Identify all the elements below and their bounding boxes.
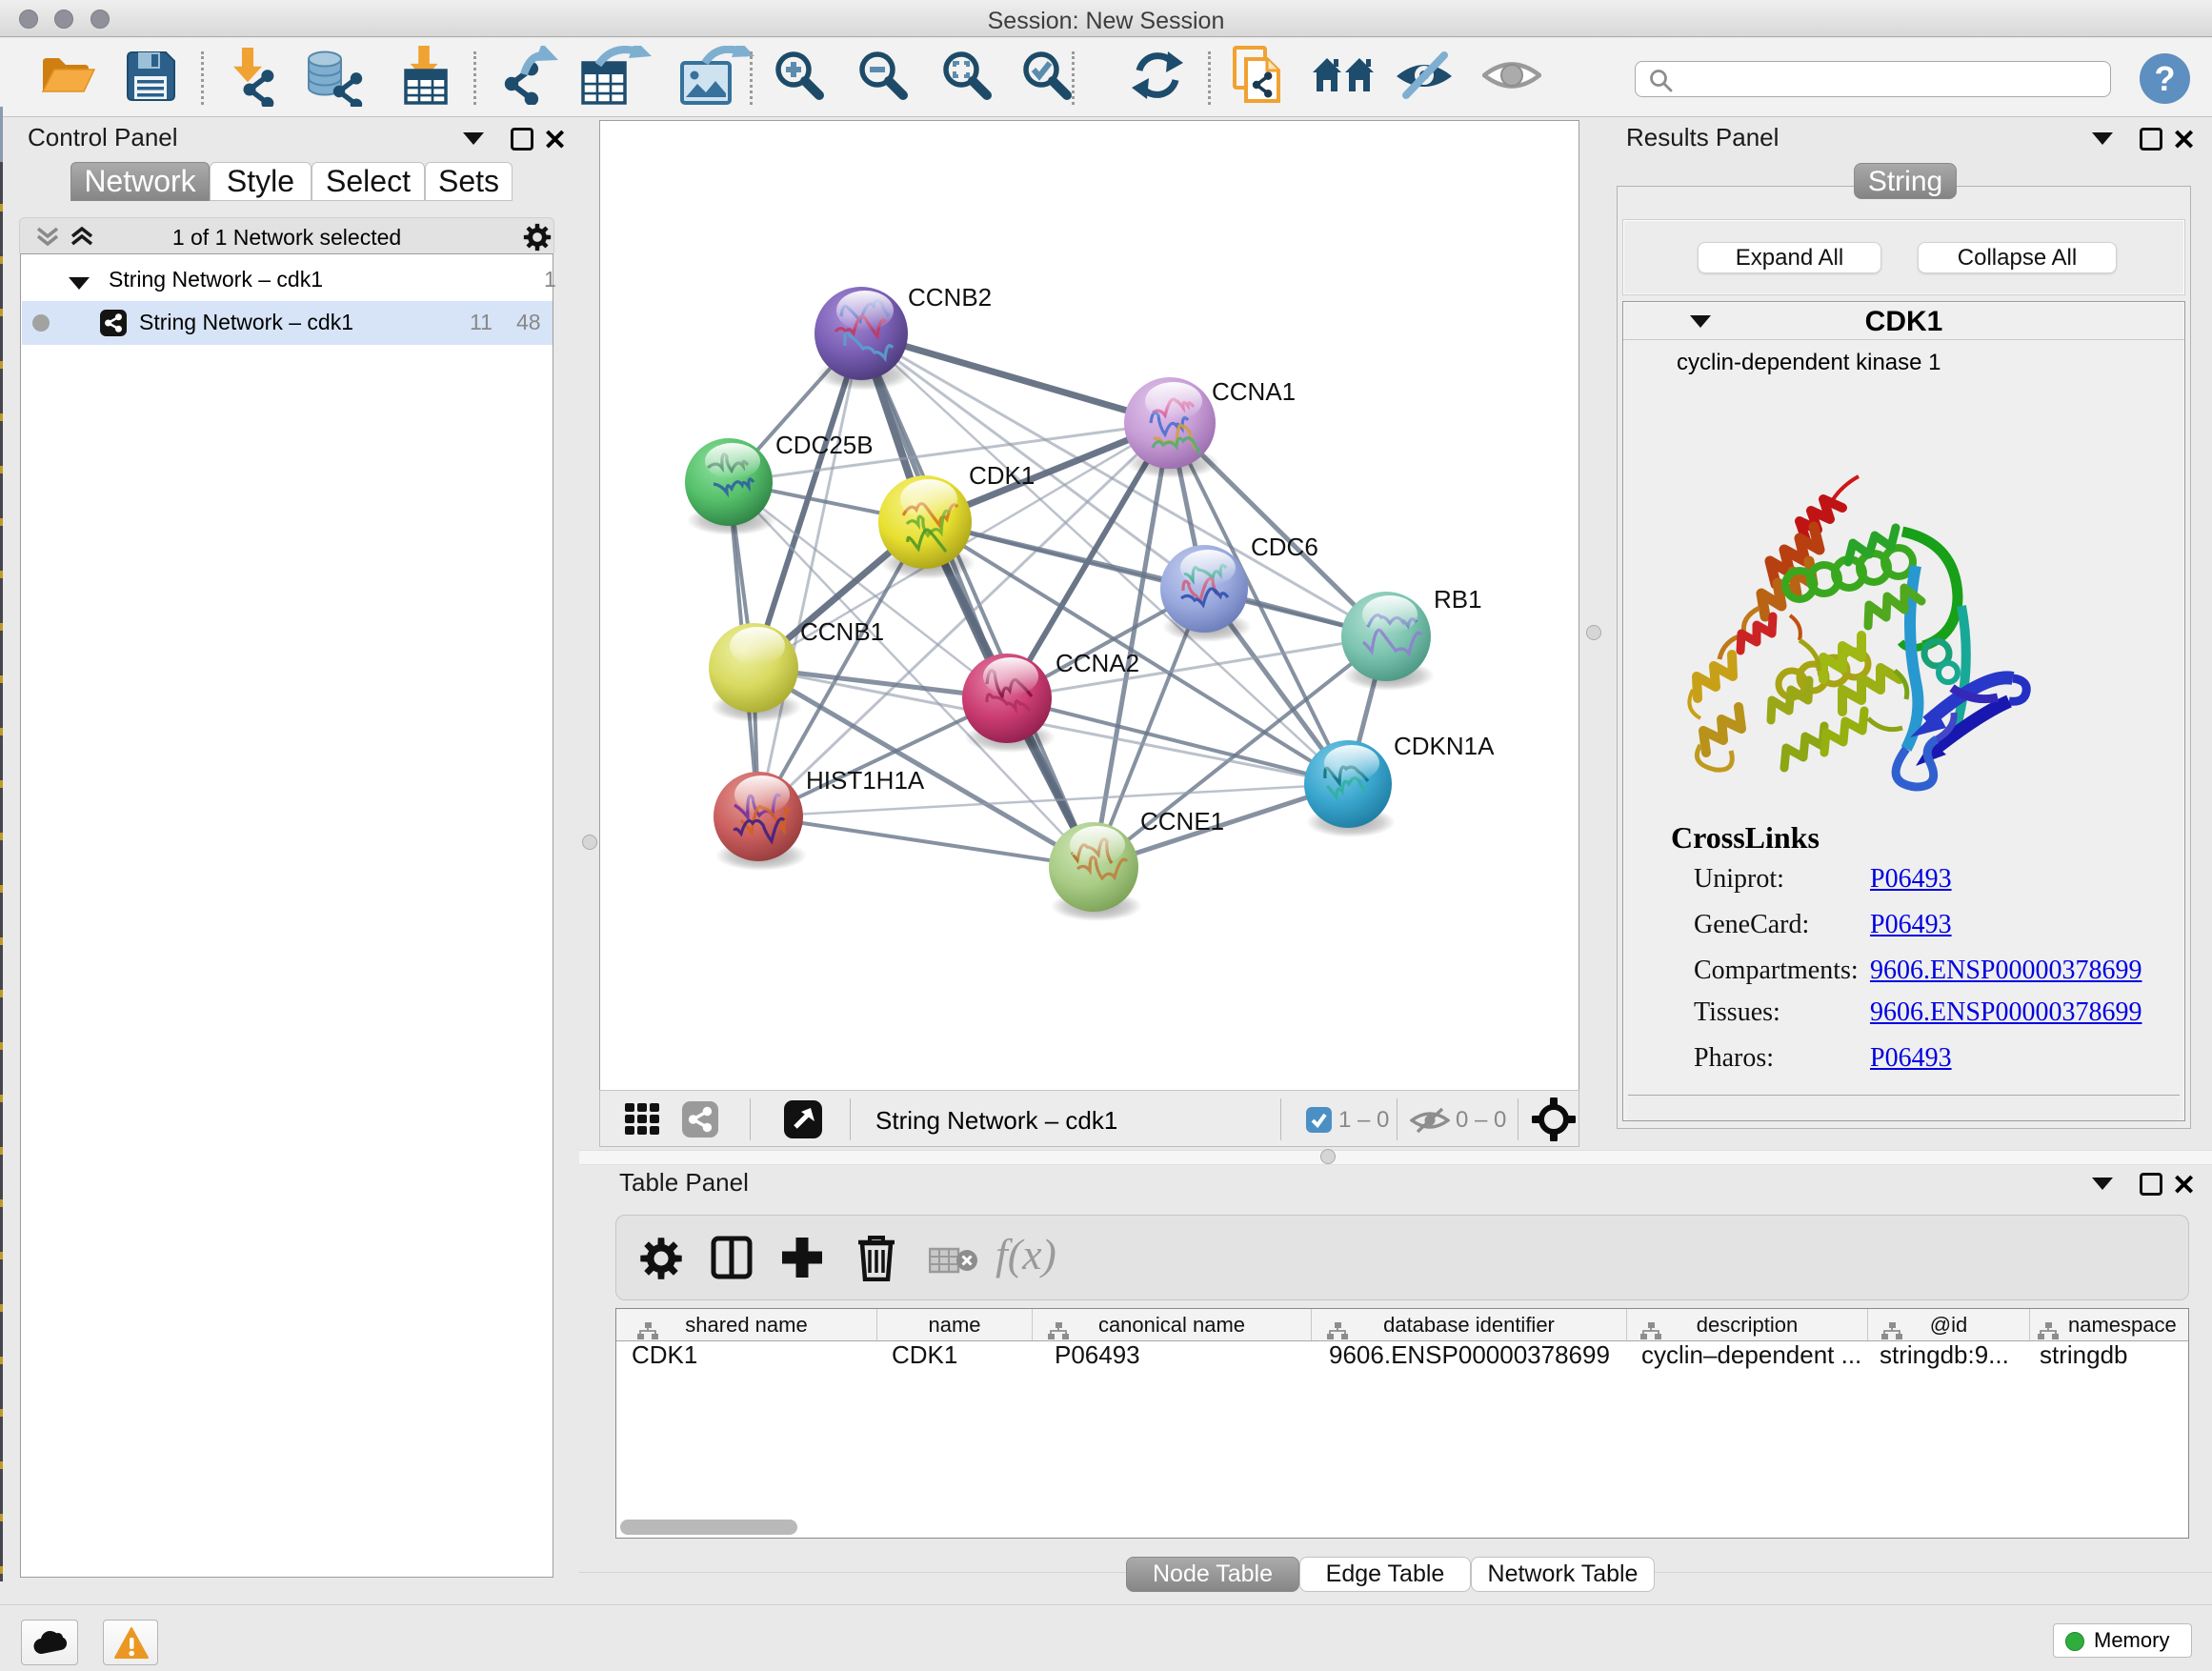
svg-text:RB1: RB1 (1434, 585, 1482, 614)
svg-text:CDC6: CDC6 (1251, 533, 1318, 561)
svg-text:HIST1H1A: HIST1H1A (806, 766, 925, 795)
svg-text:CCNA2: CCNA2 (1056, 649, 1139, 677)
svg-text:CDKN1A: CDKN1A (1394, 732, 1495, 760)
svg-text:CDK1: CDK1 (969, 461, 1035, 490)
svg-text:CCNA1: CCNA1 (1212, 377, 1296, 406)
svg-text:CDC25B: CDC25B (775, 431, 874, 459)
svg-text:CCNB1: CCNB1 (800, 617, 884, 646)
svg-text:CCNB2: CCNB2 (908, 283, 992, 312)
svg-text:CCNE1: CCNE1 (1140, 807, 1224, 836)
